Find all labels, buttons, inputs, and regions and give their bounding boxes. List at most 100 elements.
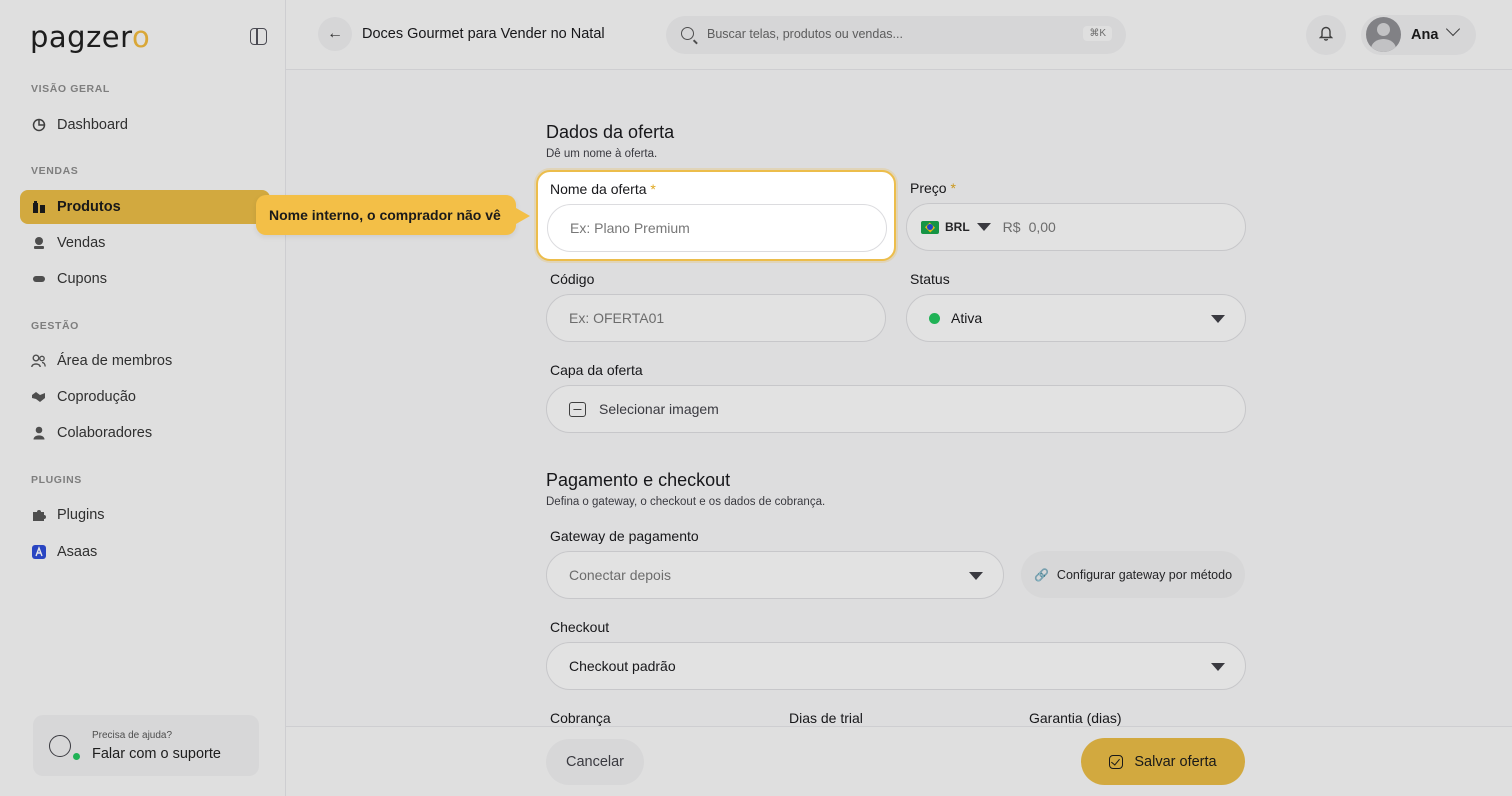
sidebar-item-asaas[interactable]: Asaas xyxy=(20,535,270,569)
page-title: Doces Gourmet para Vender no Natal xyxy=(362,26,605,42)
configure-gateway-label: Configurar gateway por método xyxy=(1056,567,1233,582)
link-icon: 🔗 xyxy=(1033,567,1049,582)
topbar: ← Doces Gourmet para Vender no Natal Bus… xyxy=(286,0,1512,70)
sidebar-item-label: Colaboradores xyxy=(57,425,153,441)
save-offer-label: Salvar oferta xyxy=(1134,753,1217,770)
arrow-left-icon: ← xyxy=(327,25,343,42)
highlighted-offer-name-field: Nome da oferta * Ex: Plano Premium xyxy=(536,170,896,261)
brazil-flag-icon xyxy=(921,220,939,234)
sidebar-item-label: Cupons xyxy=(57,271,107,287)
handshake-icon xyxy=(31,390,46,405)
sidebar-collapse-icon[interactable] xyxy=(250,28,267,45)
user-menu[interactable]: Ana xyxy=(1361,15,1476,55)
currency-caret-icon xyxy=(976,223,991,231)
chevron-down-icon xyxy=(969,572,983,580)
sidebar-item-area-de-membros[interactable]: Área de membros xyxy=(20,344,270,378)
price-input[interactable]: 0,00 xyxy=(1029,219,1056,235)
members-icon xyxy=(31,354,46,369)
onboarding-tooltip: Nome interno, o comprador não vê xyxy=(256,195,530,235)
sidebar-item-vendas[interactable]: Vendas xyxy=(20,226,270,260)
sidebar-item-label: Plugins xyxy=(57,507,105,523)
chevron-down-icon xyxy=(1211,663,1225,671)
image-icon xyxy=(569,401,586,417)
sidebar-item-label: Produtos xyxy=(57,199,121,215)
notifications-button[interactable] xyxy=(1306,15,1346,55)
cover-picker-label: Selecionar imagem xyxy=(599,401,719,417)
products-icon xyxy=(31,200,46,215)
payment-section-subtitle: Defina o gateway, o checkout e os dados … xyxy=(546,496,826,508)
sidebar-item-dashboard[interactable]: Dashboard xyxy=(20,108,270,142)
section-label-sales: VENDAS xyxy=(31,165,79,177)
gateway-label: Gateway de pagamento xyxy=(550,528,699,544)
sidebar-item-produtos[interactable]: Produtos xyxy=(20,190,270,224)
offer-name-input[interactable]: Ex: Plano Premium xyxy=(547,204,887,252)
puzzle-icon xyxy=(31,508,46,523)
sidebar-item-label: Dashboard xyxy=(57,117,128,133)
payment-section-title: Pagamento e checkout xyxy=(546,470,731,490)
section-label-overview: VISÃO GERAL xyxy=(31,83,110,95)
save-offer-button[interactable]: Salvar oferta xyxy=(1081,738,1245,785)
offer-name-label: Nome da oferta * xyxy=(550,181,656,197)
status-value: Ativa xyxy=(951,310,983,326)
section-label-plugins: PLUGINS xyxy=(31,474,82,486)
chevron-down-icon xyxy=(1211,315,1225,323)
price-field[interactable]: BRL R$ 0,00 xyxy=(906,203,1246,251)
sales-icon xyxy=(31,236,46,251)
search-bar[interactable]: Buscar telas, produtos ou vendas... ⌘K xyxy=(666,16,1126,54)
section-label-management: GESTÃO xyxy=(31,320,79,332)
search-shortcut: ⌘K xyxy=(1083,26,1112,41)
support-link[interactable]: Falar com o suporte xyxy=(92,746,221,762)
user-icon xyxy=(31,426,46,441)
user-name: Ana xyxy=(1411,27,1439,43)
configure-gateway-button[interactable]: 🔗 Configurar gateway por método xyxy=(1021,551,1245,598)
gateway-value: Conectar depois xyxy=(569,567,671,583)
dashboard-icon xyxy=(31,118,46,133)
sidebar-item-coproducao[interactable]: Coprodução xyxy=(20,380,270,414)
status-active-dot xyxy=(929,312,940,324)
logo-text: pagzer xyxy=(30,20,132,54)
price-label: Preço * xyxy=(910,180,956,196)
whatsapp-icon xyxy=(49,735,71,757)
sidebar-item-cupons[interactable]: Cupons xyxy=(20,262,270,296)
warranty-days-label: Garantia (dias) xyxy=(1029,710,1122,726)
chevron-down-icon xyxy=(1445,21,1461,37)
checkout-label: Checkout xyxy=(550,619,610,635)
sidebar: pagzero VISÃO GERAL Dashboard VENDAS Pro… xyxy=(0,0,286,796)
online-status-dot xyxy=(73,753,80,760)
offer-name-label-text: Nome da oferta xyxy=(550,181,647,197)
form-footer: Cancelar Salvar oferta xyxy=(286,726,1512,796)
sidebar-item-label: Vendas xyxy=(57,235,106,251)
billing-label: Cobrança xyxy=(550,710,611,726)
check-icon xyxy=(1109,754,1124,769)
sidebar-item-label: Área de membros xyxy=(57,353,173,369)
gateway-select[interactable]: Conectar depois xyxy=(546,551,1004,599)
offer-section-title: Dados da oferta xyxy=(546,122,675,142)
search-input[interactable]: Buscar telas, produtos ou vendas... xyxy=(707,27,903,41)
sidebar-item-label: Asaas xyxy=(57,544,98,560)
sidebar-item-plugins[interactable]: Plugins xyxy=(20,498,270,532)
code-input[interactable]: Ex: OFERTA01 xyxy=(546,294,886,342)
cover-image-picker[interactable]: Selecionar imagem xyxy=(546,385,1246,433)
sidebar-item-colaboradores[interactable]: Colaboradores xyxy=(20,416,270,450)
checkout-value: Checkout padrão xyxy=(569,658,676,674)
offer-section-subtitle: Dê um nome à oferta. xyxy=(546,148,658,160)
status-select[interactable]: Ativa xyxy=(906,294,1246,342)
currency-symbol: R$ xyxy=(1002,219,1021,235)
checkout-select[interactable]: Checkout padrão xyxy=(546,642,1246,690)
bell-icon xyxy=(1318,25,1334,46)
status-label: Status xyxy=(910,271,950,287)
code-label: Código xyxy=(550,271,595,287)
cancel-button[interactable]: Cancelar xyxy=(546,739,644,785)
currency-select[interactable]: BRL xyxy=(945,220,970,234)
logo-accent: o xyxy=(131,20,151,54)
avatar xyxy=(1366,17,1401,52)
price-label-text: Preço xyxy=(910,180,947,196)
pagzero-logo[interactable]: pagzero xyxy=(30,20,150,54)
asaas-icon xyxy=(31,545,46,560)
trial-days-label: Dias de trial xyxy=(789,710,863,726)
coupon-icon xyxy=(31,272,46,287)
required-mark: * xyxy=(650,181,656,197)
support-caption: Precisa de ajuda? xyxy=(92,730,173,741)
support-card[interactable]: Precisa de ajuda? Falar com o suporte xyxy=(33,715,259,776)
back-button[interactable]: ← xyxy=(318,17,352,51)
